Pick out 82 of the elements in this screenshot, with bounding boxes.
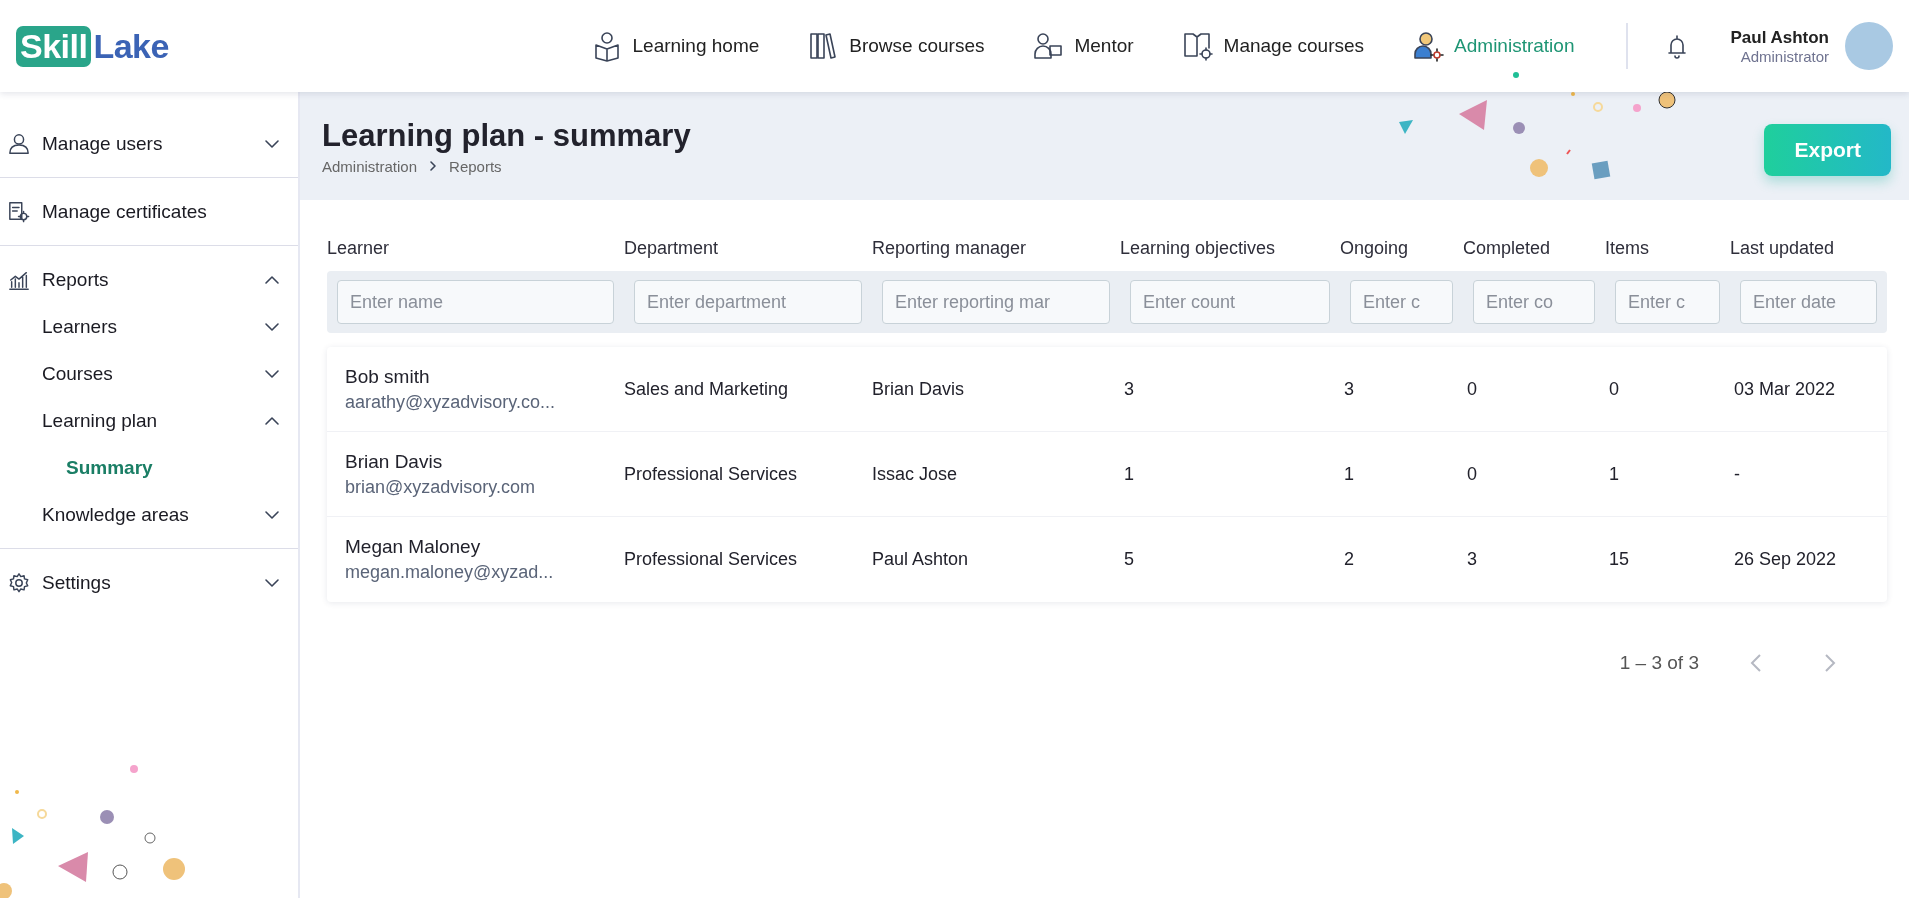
learner-name: Bob smith <box>345 365 431 388</box>
table-cell: 1 <box>1124 463 1134 484</box>
table-cell: 0 <box>1467 463 1477 484</box>
table-cell: 1 <box>1344 463 1354 484</box>
breadcrumb-link[interactable]: Administration <box>322 157 418 175</box>
table-cell: 15 <box>1609 549 1630 569</box>
chevron-right-icon <box>1824 653 1836 673</box>
sidebar-item[interactable]: Courses <box>0 350 298 397</box>
chevron-down-icon <box>264 368 280 379</box>
chevron-down-icon <box>264 577 280 588</box>
table-cell: 1 <box>1609 463 1619 484</box>
chevron-down-icon <box>264 138 280 149</box>
column-header: Department <box>624 238 720 260</box>
page-range: 1 – 3 of 3 <box>1619 652 1699 674</box>
avatar[interactable] <box>1845 22 1893 70</box>
person-board-icon <box>1032 30 1065 62</box>
sidebar-item[interactable]: Learners <box>0 303 298 350</box>
table-cell: Issac Jose <box>872 463 958 484</box>
settings-icon <box>8 571 30 594</box>
table-cell: - <box>1734 463 1740 484</box>
table-cell: 03 Mar 2022 <box>1734 378 1836 399</box>
chevron-up-icon <box>264 415 280 426</box>
table-cell: 3 <box>1467 549 1477 569</box>
chevron-left-icon <box>1750 653 1762 673</box>
book-gear-icon <box>1181 30 1214 62</box>
filter-field[interactable]: Enter name <box>337 280 614 324</box>
table-cell: 3 <box>1124 378 1134 399</box>
column-header: Learner <box>327 238 391 260</box>
user-role: Administrator <box>1740 47 1829 65</box>
table-cell: Paul Ashton <box>872 549 969 569</box>
sidebar-item[interactable]: Manage users <box>0 120 298 167</box>
learner-email: aarathy@xyzadvisory.co... <box>345 391 556 413</box>
filter-field[interactable]: Enter reporting mar <box>882 280 1110 324</box>
user-gear-icon <box>1412 30 1445 62</box>
column-header: Last updated <box>1730 238 1836 260</box>
logo-text: Lake <box>93 26 169 66</box>
nav-link[interactable]: Mentor <box>1032 12 1134 80</box>
chevron-right-icon <box>429 160 438 172</box>
chevron-down-icon <box>264 321 280 332</box>
table-cell: 26 Sep 2022 <box>1734 549 1837 569</box>
table-cell: Professional Services <box>624 549 798 569</box>
filter-field[interactable]: Enter department <box>634 280 862 324</box>
sidebar-item[interactable]: Knowledge areas <box>0 491 298 538</box>
user-name: Paul Ashton <box>1730 27 1829 48</box>
chevron-up-icon <box>264 274 280 285</box>
sidebar-item[interactable]: Reports <box>0 256 298 303</box>
nav-link[interactable]: Browse courses <box>807 12 985 80</box>
filter-field[interactable]: Enter c <box>1350 280 1453 324</box>
document-gear-icon <box>8 200 30 223</box>
column-header: Completed <box>1463 238 1552 260</box>
filter-field[interactable]: Enter date <box>1740 280 1877 324</box>
filter-field[interactable]: Enter co <box>1473 280 1595 324</box>
column-header: Learning objectives <box>1120 238 1277 260</box>
filter-field[interactable]: Enter c <box>1615 280 1720 324</box>
table-cell: 5 <box>1124 549 1134 569</box>
filter-field[interactable]: Enter count <box>1130 280 1330 324</box>
learner-email: megan.maloney@xyzad... <box>345 562 555 583</box>
sidebar-item[interactable]: Settings <box>0 559 298 606</box>
breadcrumb-link[interactable]: Reports <box>449 157 502 175</box>
table-cell: 0 <box>1609 378 1619 399</box>
table-cell: 2 <box>1344 549 1354 569</box>
sidebar-item[interactable]: Manage certificates <box>0 188 298 235</box>
sidebar-item[interactable]: Learning plan <box>0 397 298 444</box>
table-cell: Professional Services <box>624 463 798 484</box>
learner-email: brian@xyzadvisory.com <box>345 476 536 498</box>
learner-name: Megan Maloney <box>345 536 482 558</box>
table-cell: 3 <box>1344 378 1354 399</box>
nav-link[interactable]: Learning home <box>590 12 760 80</box>
table-cell: 0 <box>1467 378 1477 399</box>
nav-link[interactable]: Manage courses <box>1181 12 1365 80</box>
chevron-down-icon <box>264 509 280 520</box>
learner-name: Brian Davis <box>345 450 444 473</box>
column-header: Ongoing <box>1340 238 1410 260</box>
column-header: Reporting manager <box>872 238 1028 260</box>
table-cell: Sales and Marketing <box>624 378 789 399</box>
person-icon <box>8 132 30 155</box>
nav-link[interactable]: Administration <box>1412 12 1575 80</box>
page-title: Learning plan - summary <box>322 117 691 154</box>
column-header: Items <box>1605 238 1650 260</box>
table-cell: Brian Davis <box>872 378 965 399</box>
logo-text: Skill <box>16 25 92 67</box>
sidebar-item[interactable]: Summary <box>0 444 298 491</box>
